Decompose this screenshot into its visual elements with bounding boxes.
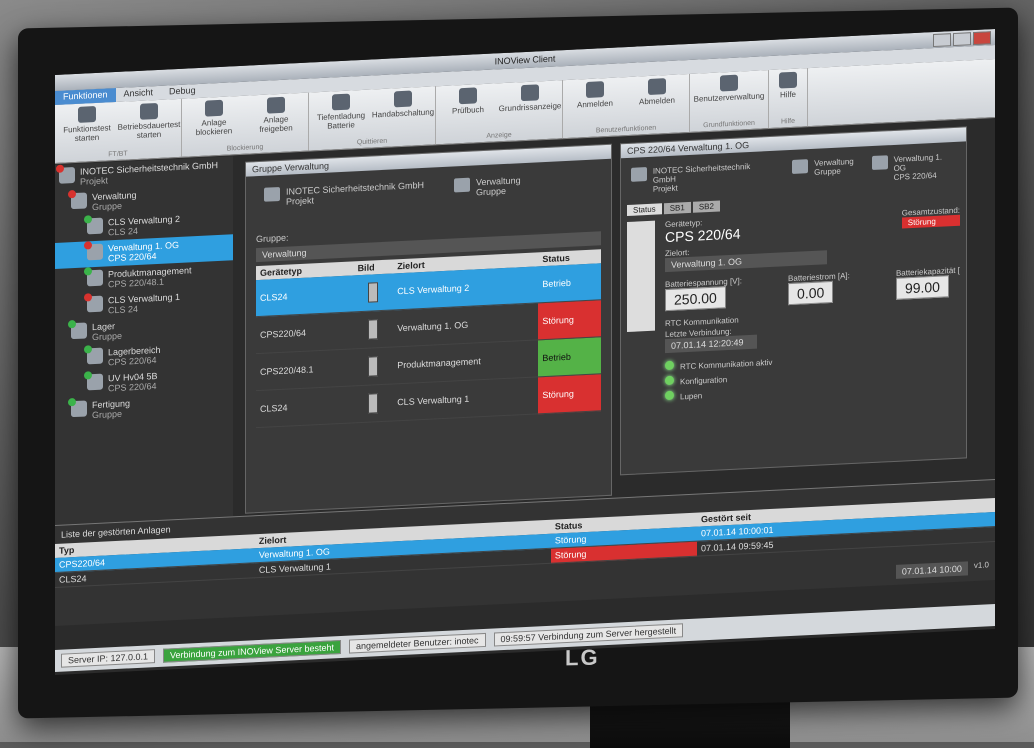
device-table-wrap: Gerätetyp Bild Zielort Status CLS24 CLS … bbox=[256, 249, 601, 428]
group-icon bbox=[792, 159, 809, 174]
log-message: 09:59:57 Verbindung zum Server hergestel… bbox=[493, 623, 684, 647]
ribbon-group-ftbt: Funktionstest starten Betriebsdauertest … bbox=[55, 98, 182, 163]
tab-sb1[interactable]: SB1 bbox=[663, 201, 691, 215]
ribbon-group-label: Benutzerfunktionen bbox=[595, 124, 657, 135]
screen: INOView Client Funktionen Ansicht Debug … bbox=[55, 29, 995, 675]
crumb-gruppe[interactable]: Verwaltung Gruppe bbox=[454, 175, 521, 198]
test-icon bbox=[78, 105, 96, 123]
ribbon-group-quittieren: Tiefentladung Batterie Handabschaltung Q… bbox=[309, 86, 436, 151]
crumb-geraet[interactable]: Verwaltung 1. OG CPS 220/64 bbox=[871, 152, 956, 183]
handabschaltung-button[interactable]: Handabschaltung bbox=[372, 90, 434, 129]
clock: 07.01.14 10:00 bbox=[895, 561, 968, 579]
device-image bbox=[368, 282, 379, 303]
device-icon bbox=[84, 345, 103, 365]
group-icon bbox=[68, 397, 87, 418]
battery-voltage-value: 250.00 bbox=[665, 286, 726, 312]
duration-test-icon bbox=[140, 102, 158, 120]
minimize-button[interactable] bbox=[933, 33, 951, 48]
ribbon-group-blockierung: Anlage blockieren Anlage freigeben Block… bbox=[182, 92, 309, 157]
device-icon bbox=[84, 215, 103, 235]
tab-status[interactable]: Status bbox=[627, 203, 662, 217]
device-photo bbox=[627, 220, 655, 333]
device-icon bbox=[84, 371, 103, 391]
floorplan-icon bbox=[521, 84, 539, 102]
users-icon bbox=[720, 74, 738, 92]
grundriss-button[interactable]: Grundrissanzeige bbox=[499, 83, 561, 113]
device-image bbox=[368, 319, 379, 340]
anmelden-button[interactable]: Anmelden bbox=[567, 80, 623, 110]
version-label: v1.0 bbox=[973, 560, 989, 571]
led-icon bbox=[665, 360, 674, 371]
benutzerverwaltung-button[interactable]: Benutzerverwaltung bbox=[694, 73, 764, 104]
group-panel: Gruppe Verwaltung INOTEC Sicherheitstech… bbox=[245, 143, 612, 514]
funktionstest-button[interactable]: Funktionstest starten bbox=[59, 105, 115, 144]
ribbon-group-benutzer: Anmelden Abmelden Benutzerfunktionen bbox=[563, 73, 690, 139]
tab-sb2[interactable]: SB2 bbox=[692, 200, 720, 213]
device-status-area: Gerätetyp: CPS 220/64 Gesamtzustand: Stö… bbox=[621, 199, 966, 410]
door-icon bbox=[648, 78, 666, 95]
abmelden-button[interactable]: Abmelden bbox=[629, 77, 685, 107]
close-button[interactable] bbox=[973, 31, 991, 46]
building-icon bbox=[264, 186, 280, 202]
window-title: INOView Client bbox=[494, 53, 556, 67]
crumb-gruppe[interactable]: Verwaltung Gruppe bbox=[792, 157, 854, 187]
device-table: Gerätetyp Bild Zielort Status CLS24 CLS … bbox=[256, 249, 601, 428]
group-icon bbox=[454, 177, 471, 193]
status-badge: Betrieb bbox=[538, 263, 601, 303]
tiefentladung-button[interactable]: Tiefentladung Batterie bbox=[313, 93, 369, 132]
ribbon-group-anzeige: Prüfbuch Grundrissanzeige Anzeige bbox=[436, 80, 563, 145]
ribbon-group-grund: Benutzerverwaltung Grundfunktionen bbox=[690, 70, 769, 132]
device-panel: CPS 220/64 Verwaltung 1. OG INOTEC Siche… bbox=[620, 126, 967, 476]
hand-switch-icon bbox=[394, 90, 412, 108]
device-icon bbox=[84, 293, 103, 313]
device-icon bbox=[871, 155, 888, 171]
betriebsdauertest-button[interactable]: Betriebsdauertest starten bbox=[118, 102, 180, 141]
key-icon bbox=[586, 81, 604, 99]
device-icon bbox=[84, 267, 103, 287]
crumb-projekt[interactable]: INOTEC Sicherheitstechnik GmbH Projekt bbox=[631, 161, 774, 195]
pruefbuch-button[interactable]: Prüfbuch bbox=[440, 86, 496, 116]
crumb-projekt[interactable]: INOTEC Sicherheitstechnik GmbH Projekt bbox=[264, 180, 424, 208]
unlock-icon bbox=[267, 96, 285, 114]
building-icon bbox=[631, 167, 647, 182]
hilfe-button[interactable]: Hilfe bbox=[773, 71, 803, 100]
ribbon-group-label: Quittieren bbox=[356, 137, 388, 147]
battery-current-value: 0.00 bbox=[788, 280, 834, 306]
help-icon bbox=[779, 71, 797, 89]
ribbon-group-hilfe: Hilfe Hilfe bbox=[769, 68, 808, 129]
led-icon bbox=[665, 375, 674, 386]
battery-capacity-value: 99.00 bbox=[895, 275, 949, 300]
device-image bbox=[368, 393, 379, 414]
maximize-button[interactable] bbox=[953, 32, 971, 47]
status-badge: Betrieb bbox=[538, 336, 601, 377]
status-badge: Störung bbox=[538, 373, 601, 414]
device-type-value: CPS 220/64 bbox=[665, 225, 741, 246]
ribbon-group-label: Blockierung bbox=[226, 143, 264, 153]
lock-icon bbox=[205, 99, 223, 117]
building-icon bbox=[56, 164, 75, 184]
group-icon bbox=[68, 319, 87, 340]
book-icon bbox=[459, 87, 477, 105]
device-icon bbox=[84, 241, 103, 261]
device-image bbox=[368, 356, 379, 377]
status-badge: Störung bbox=[538, 299, 601, 340]
server-ip: Server IP: 127.0.0.1 bbox=[61, 649, 156, 668]
logged-in-user: angemeldeter Benutzer: inotec bbox=[348, 632, 486, 654]
connection-status: Verbindung zum INOView Server besteht bbox=[163, 640, 341, 663]
anlage-freigeben-button[interactable]: Anlage freigeben bbox=[248, 96, 304, 135]
battery-icon bbox=[332, 93, 350, 111]
ribbon-group-label: Anzeige bbox=[486, 131, 512, 140]
window-controls bbox=[933, 31, 991, 48]
project-tree: INOTEC Sicherheitstechnik GmbH Projekt Ve… bbox=[55, 156, 233, 525]
ribbon-group-label: Hilfe bbox=[780, 117, 795, 126]
group-icon bbox=[68, 189, 87, 210]
anlage-blockieren-button[interactable]: Anlage blockieren bbox=[186, 99, 242, 138]
led-icon bbox=[665, 390, 674, 401]
ribbon-group-label: Grundfunktionen bbox=[703, 119, 755, 130]
